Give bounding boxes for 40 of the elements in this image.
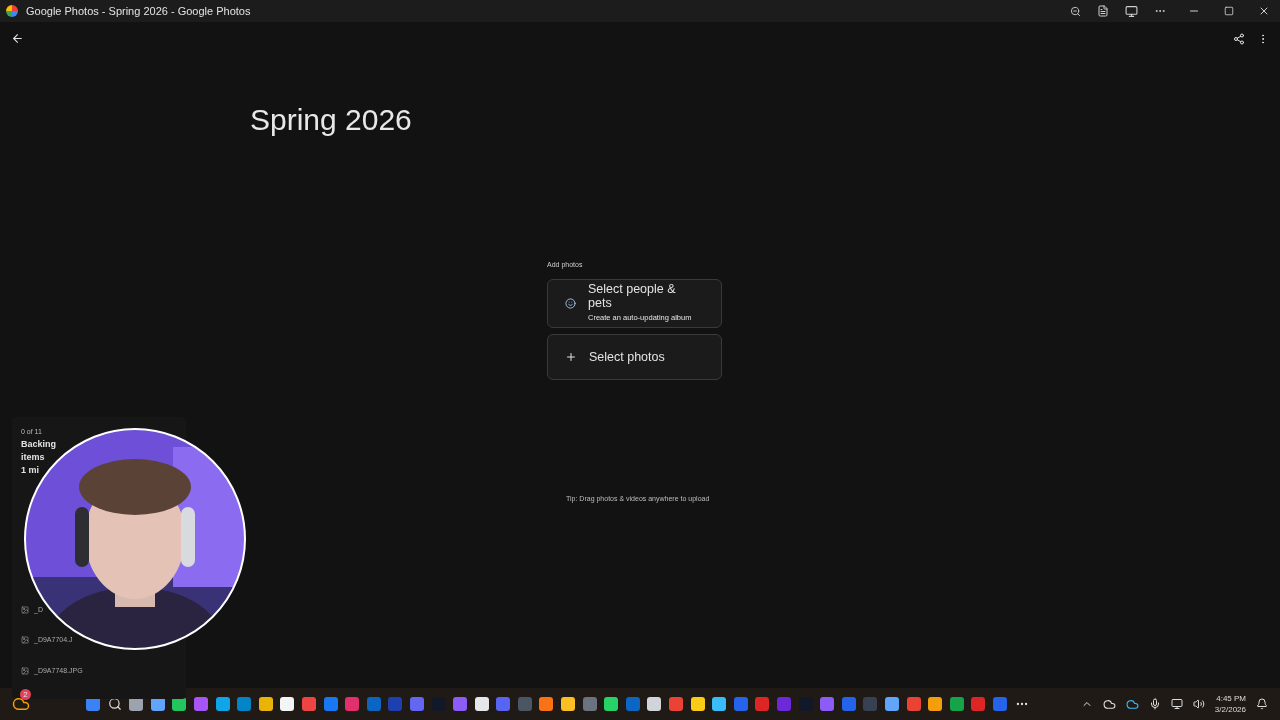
app-icon[interactable]: [604, 697, 619, 711]
document-icon[interactable]: [1097, 5, 1109, 17]
back-icon[interactable]: [11, 32, 24, 45]
app-icon[interactable]: [884, 697, 899, 711]
app-icon[interactable]: [539, 697, 554, 711]
close-icon[interactable]: [1258, 5, 1270, 17]
zoom-out-icon[interactable]: [1070, 5, 1081, 17]
image-file-icon: [21, 636, 29, 645]
maximize-icon[interactable]: [1224, 6, 1234, 16]
app-logo-icon: [6, 5, 18, 17]
add-option-button[interactable]: Select photos: [547, 333, 722, 380]
album-title: Spring 2026: [250, 102, 412, 138]
weather-icon[interactable]: [12, 695, 30, 713]
face-icon: [565, 297, 576, 309]
app-icon[interactable]: [928, 697, 943, 711]
app-icon[interactable]: [561, 697, 576, 711]
notification-badge: 2: [20, 689, 31, 700]
notification-bell-icon[interactable]: [1256, 698, 1268, 710]
clock-date[interactable]: 3/2/2026: [1214, 704, 1246, 715]
app-icon[interactable]: [690, 697, 705, 711]
app-icon[interactable]: [280, 697, 295, 711]
upload-status-text: items: [21, 450, 45, 464]
search-icon[interactable]: [107, 697, 122, 711]
image-file-icon: [21, 666, 29, 675]
app-icon[interactable]: [712, 697, 727, 711]
cloud-icon[interactable]: [1102, 697, 1116, 711]
app-icon[interactable]: [258, 697, 273, 711]
app-icon[interactable]: [474, 697, 489, 711]
upload-status-text: Backing: [21, 437, 56, 451]
upload-status-text: 1 mi: [21, 463, 39, 477]
image-file-icon: [21, 605, 29, 614]
window-title: Google Photos - Spring 2026 - Google Photos: [26, 3, 251, 19]
clock-time[interactable]: 4:45 PM: [1216, 693, 1246, 704]
share-icon[interactable]: [1233, 32, 1245, 45]
app-icon[interactable]: [215, 697, 230, 711]
plus-icon: [565, 350, 577, 363]
microphone-icon[interactable]: [1148, 698, 1161, 710]
volume-icon[interactable]: [1192, 698, 1205, 710]
app-icon[interactable]: [647, 697, 662, 711]
cloud-icon[interactable]: [1125, 697, 1139, 711]
